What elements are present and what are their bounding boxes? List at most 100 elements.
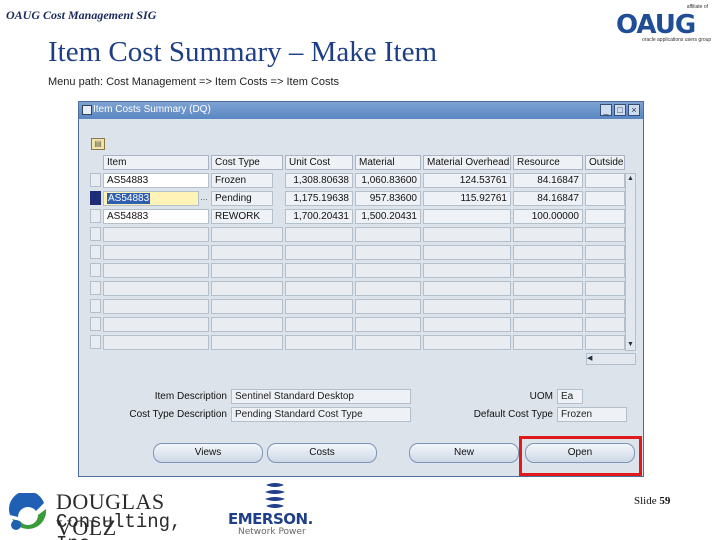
empty-cell[interactable] <box>423 317 511 332</box>
scroll-left-icon[interactable]: ◀ <box>587 355 592 362</box>
empty-cell[interactable] <box>211 299 283 314</box>
default-cost-type-field[interactable]: Frozen <box>557 407 627 422</box>
empty-cell[interactable] <box>211 335 283 350</box>
resource-cell[interactable]: 100.00000 <box>513 209 583 224</box>
empty-cell[interactable] <box>355 317 421 332</box>
row-selector[interactable] <box>90 299 101 313</box>
empty-cell[interactable] <box>103 281 209 296</box>
empty-cell[interactable] <box>513 299 583 314</box>
unit-cost-cell[interactable]: 1,175.19638 <box>285 191 353 206</box>
row-selector[interactable] <box>90 227 101 241</box>
empty-cell[interactable] <box>585 227 625 242</box>
empty-cell[interactable] <box>285 227 353 242</box>
vertical-scrollbar[interactable]: ▲ ▼ <box>625 173 636 351</box>
empty-cell[interactable] <box>355 227 421 242</box>
empty-cell[interactable] <box>285 245 353 260</box>
item-cell[interactable]: AS54883 <box>103 209 209 224</box>
empty-cell[interactable] <box>585 281 625 296</box>
views-button[interactable]: Views <box>153 443 263 463</box>
cost-type-description-field[interactable]: Pending Standard Cost Type <box>231 407 411 422</box>
material-cell[interactable]: 1,500.20431 <box>355 209 421 224</box>
empty-cell[interactable] <box>513 317 583 332</box>
unit-cost-cell[interactable]: 1,308.80638 <box>285 173 353 188</box>
empty-cell[interactable] <box>103 227 209 242</box>
empty-cell[interactable] <box>355 335 421 350</box>
empty-cell[interactable] <box>211 317 283 332</box>
empty-cell[interactable] <box>103 299 209 314</box>
empty-cell[interactable] <box>423 245 511 260</box>
empty-cell[interactable] <box>513 335 583 350</box>
empty-cell[interactable] <box>211 245 283 260</box>
empty-cell[interactable] <box>423 299 511 314</box>
cost-type-cell[interactable]: REWORK <box>211 209 273 224</box>
empty-cell[interactable] <box>355 281 421 296</box>
row-selector[interactable] <box>90 245 101 259</box>
empty-cell[interactable] <box>423 263 511 278</box>
emerson-logo: EMERSON. Network Power <box>226 481 336 537</box>
uom-field[interactable]: Ea <box>557 389 583 404</box>
resource-cell[interactable]: 84.16847 <box>513 191 583 206</box>
row-selector[interactable] <box>90 209 101 223</box>
row-selector[interactable] <box>90 335 101 349</box>
empty-cell[interactable] <box>211 281 283 296</box>
outside-processing-cell[interactable] <box>585 209 625 224</box>
empty-cell[interactable] <box>285 335 353 350</box>
empty-cell[interactable] <box>513 245 583 260</box>
empty-cell[interactable] <box>355 263 421 278</box>
close-icon[interactable]: × <box>628 104 640 116</box>
item-costs-summary-window: Item Costs Summary (DQ) _ □ × ▤ Item Cos… <box>78 101 644 477</box>
window-title-bar[interactable]: Item Costs Summary (DQ) _ □ × <box>79 102 643 119</box>
folder-icon[interactable]: ▤ <box>91 138 105 150</box>
empty-cell[interactable] <box>585 317 625 332</box>
empty-cell[interactable] <box>355 299 421 314</box>
row-selector[interactable] <box>90 173 101 187</box>
empty-cell[interactable] <box>423 281 511 296</box>
empty-cell[interactable] <box>211 263 283 278</box>
empty-cell[interactable] <box>585 245 625 260</box>
material-overhead-cell[interactable]: 115.92761 <box>423 191 511 206</box>
empty-cell[interactable] <box>585 335 625 350</box>
cost-type-cell[interactable]: Pending <box>211 191 273 206</box>
empty-cell[interactable] <box>513 281 583 296</box>
costs-button[interactable]: Costs <box>267 443 377 463</box>
empty-cell[interactable] <box>285 281 353 296</box>
horizontal-scrollbar[interactable]: ◀ <box>586 353 636 365</box>
empty-cell[interactable] <box>285 263 353 278</box>
empty-cell[interactable] <box>103 245 209 260</box>
material-overhead-cell[interactable] <box>423 209 511 224</box>
empty-cell[interactable] <box>585 299 625 314</box>
item-cell-selected[interactable]: AS54883 <box>103 191 199 206</box>
empty-cell[interactable] <box>211 227 283 242</box>
empty-cell[interactable] <box>423 335 511 350</box>
outside-processing-cell[interactable] <box>585 173 625 188</box>
empty-cell[interactable] <box>285 299 353 314</box>
maximize-icon[interactable]: □ <box>614 104 626 116</box>
row-selector[interactable] <box>90 263 101 277</box>
row-selector-active[interactable] <box>90 191 101 205</box>
scroll-down-icon[interactable]: ▼ <box>626 340 635 350</box>
row-selector[interactable] <box>90 317 101 331</box>
cost-type-cell[interactable]: Frozen <box>211 173 273 188</box>
item-cell[interactable]: AS54883 <box>103 173 209 188</box>
empty-cell[interactable] <box>423 227 511 242</box>
material-overhead-cell[interactable]: 124.53761 <box>423 173 511 188</box>
empty-cell[interactable] <box>585 263 625 278</box>
minimize-icon[interactable]: _ <box>600 104 612 116</box>
empty-cell[interactable] <box>513 227 583 242</box>
empty-cell[interactable] <box>103 263 209 278</box>
empty-cell[interactable] <box>103 335 209 350</box>
material-cell[interactable]: 957.83600 <box>355 191 421 206</box>
list-of-values-icon[interactable]: … <box>199 191 209 206</box>
new-button[interactable]: New <box>409 443 519 463</box>
empty-cell[interactable] <box>103 317 209 332</box>
item-description-field[interactable]: Sentinel Standard Desktop <box>231 389 411 404</box>
row-selector[interactable] <box>90 281 101 295</box>
empty-cell[interactable] <box>355 245 421 260</box>
outside-processing-cell[interactable] <box>585 191 625 206</box>
resource-cell[interactable]: 84.16847 <box>513 173 583 188</box>
empty-cell[interactable] <box>285 317 353 332</box>
material-cell[interactable]: 1,060.83600 <box>355 173 421 188</box>
scroll-up-icon[interactable]: ▲ <box>626 174 635 184</box>
empty-cell[interactable] <box>513 263 583 278</box>
unit-cost-cell[interactable]: 1,700.20431 <box>285 209 353 224</box>
